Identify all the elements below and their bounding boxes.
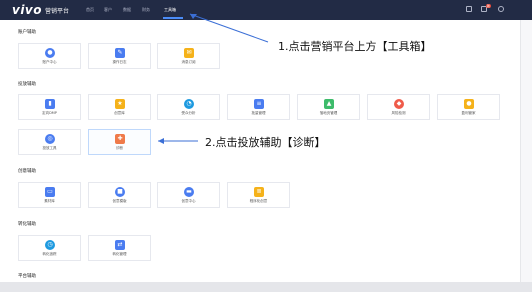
card-label: 定向DMP: [42, 111, 57, 115]
tool-card-audience[interactable]: ◔ 受众分析: [157, 94, 220, 120]
tool-card-creative-lib[interactable]: ★ 创意库: [88, 94, 151, 120]
scrollbar[interactable]: [520, 20, 532, 282]
bar-chart-icon: ▮: [45, 99, 55, 109]
tool-card-risk[interactable]: ◆ 风险检测: [367, 94, 430, 120]
tool-card-account-center[interactable]: ● 账户中心: [18, 43, 81, 69]
top-nav-bar: vivo 营销平台 首页 客户 数据 财务 工具箱 新: [0, 0, 532, 20]
mail-icon: ✉: [184, 48, 194, 58]
tool-card-material[interactable]: ▭ 素材库: [18, 182, 81, 208]
card-label: 落地页管理: [319, 111, 338, 115]
card-label: 素材库: [44, 199, 55, 203]
doc-icon: ≣: [254, 187, 264, 197]
card-label: 受众分析: [181, 111, 196, 115]
tool-card-message-subscribe[interactable]: ✉ 消息订阅: [157, 43, 220, 69]
brand-subtitle: 营销平台: [45, 8, 70, 15]
nav-toolbox[interactable]: 工具箱: [164, 7, 176, 13]
tool-card-landing[interactable]: ▲ 落地页管理: [297, 94, 360, 120]
brand-logo[interactable]: vivo: [12, 3, 42, 17]
annotation-step1: 1.点击营销平台上方【工具箱】: [278, 40, 432, 53]
tool-card-dmp[interactable]: ▮ 定向DMP: [18, 94, 81, 120]
card-label: 诊断: [116, 146, 123, 150]
target-icon: ◎: [45, 134, 55, 144]
tool-card-delivery-tool[interactable]: ◎ 投放工具: [18, 129, 81, 155]
sync-icon: ⇄: [115, 240, 125, 250]
card-label: 创意模版: [112, 199, 127, 203]
pie-chart-icon: ◔: [184, 99, 194, 109]
user-icon: ●: [45, 48, 55, 58]
section-title-conversion: 转化辅助: [18, 222, 36, 227]
nav-finance[interactable]: 财务: [142, 7, 150, 13]
help-icon[interactable]: [498, 6, 504, 12]
star-icon: ★: [115, 99, 125, 109]
section-title-creative: 创意辅助: [18, 169, 36, 174]
tool-card-programmatic[interactable]: ≣ 程序化创意: [227, 182, 290, 208]
card-label: 转化管理: [112, 252, 127, 256]
card-label: 盈利管家: [461, 111, 476, 115]
image-icon: ▲: [324, 99, 334, 109]
bottom-strip: [0, 282, 532, 292]
section-title-platform: 平台辅助: [18, 274, 36, 279]
coin-icon: ●: [464, 99, 474, 109]
list-icon: ≡: [254, 99, 264, 109]
wrench-icon: ✎: [115, 48, 125, 58]
card-label: 投放工具: [42, 146, 57, 150]
nav-data[interactable]: 数据: [123, 7, 131, 13]
tool-card-conv-track[interactable]: ◷ 转化追踪: [18, 235, 81, 261]
gauge-icon: ◷: [45, 240, 55, 250]
nav-customer[interactable]: 客户: [104, 7, 112, 13]
card-label: 程序化创意: [249, 199, 268, 203]
card-label: 账户中心: [42, 60, 57, 64]
nav-home[interactable]: 首页: [86, 7, 94, 13]
tool-card-operation-log[interactable]: ✎ 操作日志: [88, 43, 151, 69]
card-label: 风险检测: [391, 111, 406, 115]
card-label: 批量管理: [251, 111, 266, 115]
tool-card-profit[interactable]: ● 盈利管家: [437, 94, 500, 120]
section-title-account: 账户辅助: [18, 30, 36, 35]
template-icon: ■: [115, 187, 125, 197]
laptop-icon: ▬: [184, 187, 194, 197]
card-label: 消息订阅: [181, 60, 196, 64]
tool-card-conv-manage[interactable]: ⇄ 转化管理: [88, 235, 151, 261]
tool-card-template[interactable]: ■ 创意模版: [88, 182, 151, 208]
tool-card-diagnose[interactable]: ✚ 诊断: [88, 129, 151, 155]
card-label: 创意库: [114, 111, 125, 115]
section-title-delivery: 投放辅助: [18, 82, 36, 87]
active-tab-indicator: [163, 17, 183, 19]
monitor-icon: ▭: [45, 187, 55, 197]
tool-card-batch[interactable]: ≡ 批量管理: [227, 94, 290, 120]
annotation-step2: 2.点击投放辅助【诊断】: [205, 136, 326, 149]
shield-icon: ◆: [394, 99, 404, 109]
notification-badge: 新: [486, 4, 492, 8]
tool-card-creative-center[interactable]: ▬ 创意中心: [157, 182, 220, 208]
card-label: 转化追踪: [42, 252, 57, 256]
doc-icon[interactable]: [466, 6, 472, 12]
diagnose-icon: ✚: [115, 134, 125, 144]
card-label: 操作日志: [112, 60, 127, 64]
card-label: 创意中心: [181, 199, 196, 203]
